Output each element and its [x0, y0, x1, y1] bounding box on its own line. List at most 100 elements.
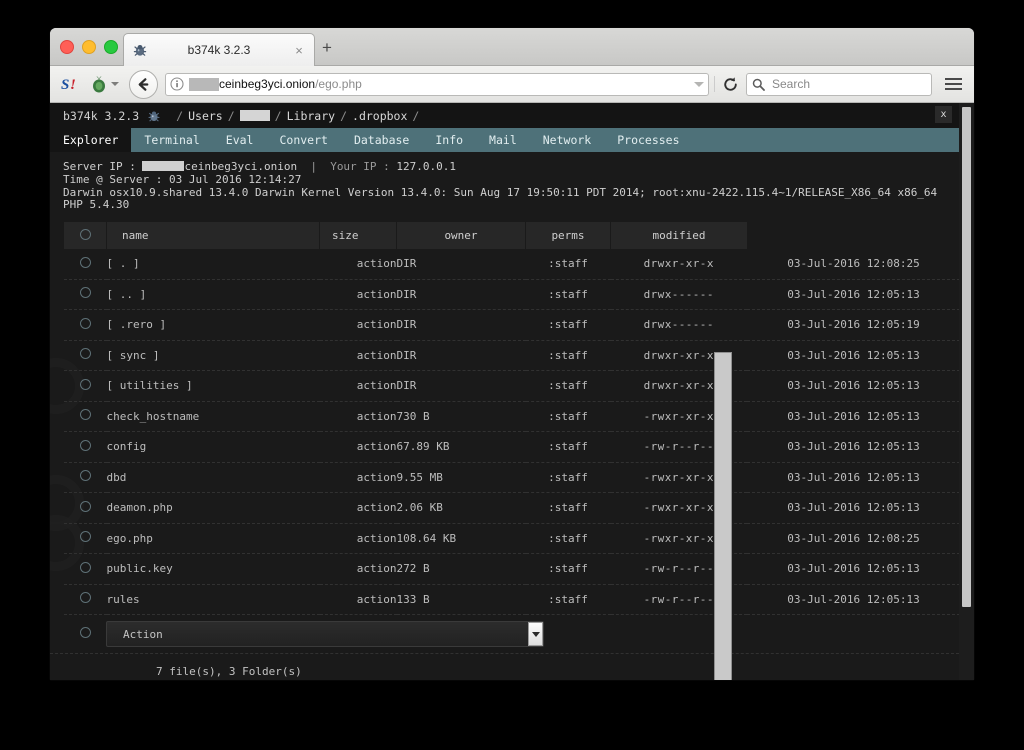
tab-mail[interactable]: Mail: [476, 128, 530, 152]
row-action-cell[interactable]: action: [320, 432, 397, 463]
file-name-cell[interactable]: rules: [107, 584, 320, 615]
row-select-radio[interactable]: [80, 501, 91, 512]
row-action-cell[interactable]: action: [320, 249, 397, 279]
close-shell-button[interactable]: x: [935, 106, 952, 123]
column-header-perms[interactable]: perms: [526, 222, 611, 249]
file-name-link[interactable]: deamon.php: [107, 501, 173, 514]
file-perms-cell[interactable]: -rwxr-xr-x: [611, 493, 748, 524]
row-select-radio[interactable]: [80, 348, 91, 359]
file-name-cell[interactable]: [ utilities ]: [107, 371, 320, 402]
file-name-link[interactable]: config: [107, 440, 147, 453]
back-button[interactable]: [129, 70, 158, 99]
onion-icon-button[interactable]: [90, 75, 119, 93]
table-row[interactable]: rulesaction133 B:staff-rw-r--r--03-Jul-2…: [64, 584, 960, 615]
column-header-name[interactable]: name: [107, 222, 320, 249]
file-perms-cell[interactable]: drwx------: [611, 310, 748, 341]
table-row[interactable]: [ .. ]actionDIR:staffdrwx------03-Jul-20…: [64, 279, 960, 310]
chevron-down-icon[interactable]: [528, 622, 543, 646]
file-name-link[interactable]: public.key: [107, 562, 173, 575]
file-perms-cell[interactable]: drwxr-xr-x: [611, 371, 748, 402]
file-name-cell[interactable]: config: [107, 432, 320, 463]
row-action-link[interactable]: action: [357, 593, 397, 606]
row-select-radio[interactable]: [80, 440, 91, 451]
row-action-cell[interactable]: action: [320, 462, 397, 493]
file-perms-cell[interactable]: -rwxr-xr-x: [611, 401, 748, 432]
file-name-link[interactable]: [ .rero ]: [107, 318, 167, 331]
row-action-link[interactable]: action: [357, 532, 397, 545]
file-name-cell[interactable]: [ sync ]: [107, 340, 320, 371]
column-header-size[interactable]: size: [320, 222, 397, 249]
row-action-link[interactable]: action: [357, 318, 397, 331]
file-perms-cell[interactable]: drwx------: [611, 279, 748, 310]
page-scrollbar-thumb[interactable]: [962, 107, 971, 607]
row-select-radio[interactable]: [80, 257, 91, 268]
row-action-link[interactable]: action: [357, 440, 397, 453]
row-action-cell[interactable]: action: [320, 493, 397, 524]
column-header-owner[interactable]: owner: [397, 222, 526, 249]
row-select-radio[interactable]: [80, 409, 91, 420]
file-name-link[interactable]: check_hostname: [107, 410, 200, 423]
address-bar[interactable]: ceinbeg3yci.onion/ego.php: [165, 73, 709, 96]
row-action-link[interactable]: action: [357, 349, 397, 362]
row-action-link[interactable]: action: [357, 501, 397, 514]
file-name-cell[interactable]: [ .. ]: [107, 279, 320, 310]
row-select-radio[interactable]: [80, 531, 91, 542]
file-perms-cell[interactable]: -rw-r--r--: [611, 554, 748, 585]
tab-database[interactable]: Database: [341, 128, 422, 152]
tab-info[interactable]: Info: [422, 128, 476, 152]
row-action-cell[interactable]: action: [320, 371, 397, 402]
file-name-link[interactable]: dbd: [107, 471, 127, 484]
bulk-select-radio[interactable]: [80, 627, 91, 638]
table-row[interactable]: public.keyaction272 B:staff-rw-r--r--03-…: [64, 554, 960, 585]
tab-processes[interactable]: Processes: [604, 128, 692, 152]
row-action-cell[interactable]: action: [320, 584, 397, 615]
file-perms-cell[interactable]: drwxr-xr-x: [611, 340, 748, 371]
file-perms-cell[interactable]: -rw-r--r--: [611, 584, 748, 615]
file-name-cell[interactable]: dbd: [107, 462, 320, 493]
file-name-link[interactable]: [ . ]: [107, 257, 140, 270]
s-exclaim-icon[interactable]: S !: [60, 75, 80, 93]
window-minimize-button[interactable]: [82, 40, 96, 54]
row-select-radio[interactable]: [80, 379, 91, 390]
file-name-cell[interactable]: public.key: [107, 554, 320, 585]
column-header-modified[interactable]: modified: [611, 222, 748, 249]
row-action-link[interactable]: action: [357, 562, 397, 575]
tab-explorer[interactable]: Explorer: [50, 128, 131, 152]
row-action-cell[interactable]: action: [320, 340, 397, 371]
file-name-link[interactable]: [ sync ]: [107, 349, 160, 362]
tab-network[interactable]: Network: [530, 128, 604, 152]
file-name-link[interactable]: ego.php: [107, 532, 153, 545]
browser-tab[interactable]: b374k 3.2.3 ×: [123, 33, 315, 66]
table-row[interactable]: [ . ]actionDIR:staffdrwxr-xr-x03-Jul-201…: [64, 249, 960, 279]
file-name-cell[interactable]: ego.php: [107, 523, 320, 554]
row-select-radio[interactable]: [80, 470, 91, 481]
action-select[interactable]: Action: [106, 621, 544, 647]
select-all-radio[interactable]: [80, 229, 91, 240]
tab-convert[interactable]: Convert: [266, 128, 340, 152]
row-action-link[interactable]: action: [357, 257, 397, 270]
row-select-radio[interactable]: [80, 592, 91, 603]
file-name-link[interactable]: rules: [107, 593, 140, 606]
table-row[interactable]: configaction67.89 KB:staff-rw-r--r--03-J…: [64, 432, 960, 463]
table-row[interactable]: dbdaction9.55 MB:staff-rwxr-xr-x03-Jul-2…: [64, 462, 960, 493]
file-perms-cell[interactable]: -rwxr-xr-x: [611, 523, 748, 554]
table-row[interactable]: [ sync ]actionDIR:staffdrwxr-xr-x03-Jul-…: [64, 340, 960, 371]
file-perms-cell[interactable]: -rw-r--r--: [611, 432, 748, 463]
new-tab-button[interactable]: +: [322, 39, 332, 56]
row-action-cell[interactable]: action: [320, 279, 397, 310]
window-maximize-button[interactable]: [104, 40, 118, 54]
row-action-link[interactable]: action: [357, 410, 397, 423]
row-select-radio[interactable]: [80, 318, 91, 329]
search-input[interactable]: [770, 76, 926, 92]
reload-button[interactable]: [720, 74, 740, 94]
tab-terminal[interactable]: Terminal: [131, 128, 212, 152]
table-row[interactable]: [ utilities ]actionDIR:staffdrwxr-xr-x03…: [64, 371, 960, 402]
row-action-link[interactable]: action: [357, 379, 397, 392]
window-close-button[interactable]: [60, 40, 74, 54]
breadcrumb-item-users[interactable]: Users: [188, 109, 223, 123]
row-select-radio[interactable]: [80, 287, 91, 298]
info-icon[interactable]: [170, 77, 184, 91]
row-action-cell[interactable]: action: [320, 554, 397, 585]
row-action-cell[interactable]: action: [320, 310, 397, 341]
tab-eval[interactable]: Eval: [213, 128, 267, 152]
